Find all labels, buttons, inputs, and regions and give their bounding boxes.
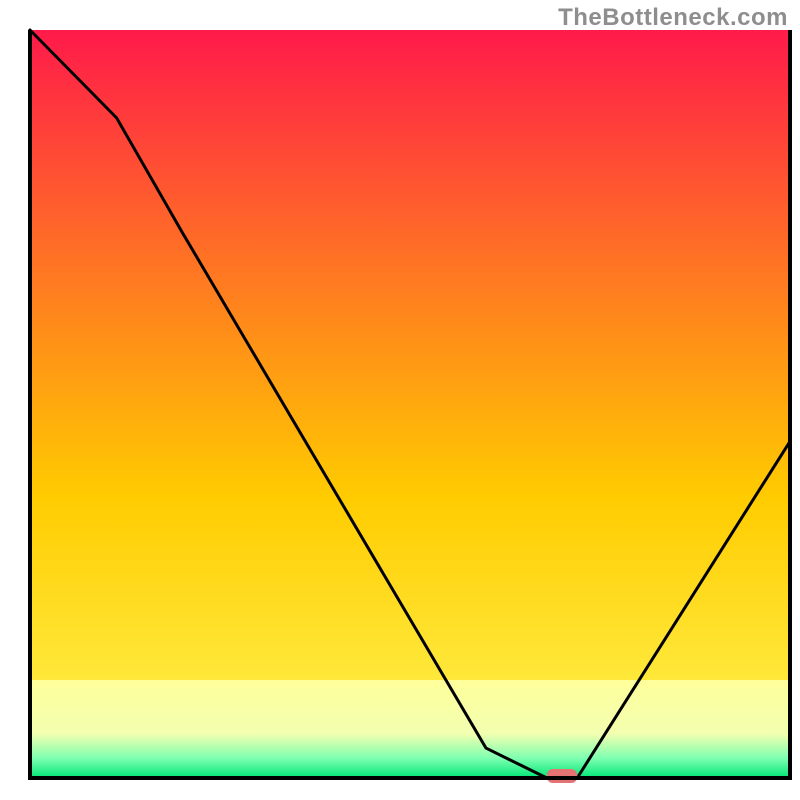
chart-frame: TheBottleneck.com	[0, 0, 800, 800]
background-gradient-bottom	[30, 680, 790, 778]
chart-svg	[0, 0, 800, 800]
watermark-text: TheBottleneck.com	[558, 4, 788, 32]
background-gradient-main	[30, 30, 790, 680]
